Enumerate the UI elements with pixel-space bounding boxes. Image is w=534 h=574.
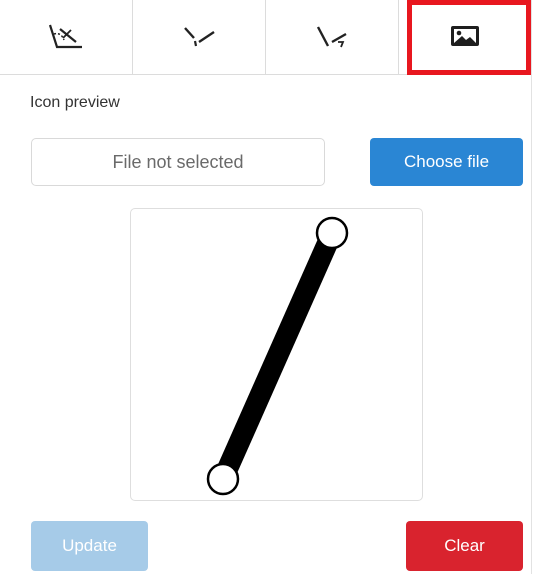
image-icon xyxy=(451,26,479,46)
line-segment-icon xyxy=(184,27,215,47)
icon-preview-canvas xyxy=(130,208,423,501)
icon-preview-label: Icon preview xyxy=(30,94,120,111)
tab-image[interactable] xyxy=(399,0,531,75)
line-end-handle[interactable] xyxy=(206,462,240,496)
panel-border xyxy=(531,0,532,574)
preview-line-shape[interactable] xyxy=(131,209,424,502)
choose-file-button[interactable]: Choose file xyxy=(370,138,523,186)
tab-line-segment[interactable] xyxy=(133,0,266,74)
tool-tabs xyxy=(0,0,531,75)
update-button[interactable]: Update xyxy=(31,521,148,571)
tab-angle[interactable] xyxy=(0,0,133,74)
clear-button[interactable]: Clear xyxy=(406,521,523,571)
angle-measure-icon xyxy=(48,24,82,49)
line-start-handle[interactable] xyxy=(315,216,349,250)
tab-line-arrow[interactable] xyxy=(266,0,399,74)
line-arrow-icon xyxy=(316,26,347,48)
icon-editor-panel: Icon preview File not selected Choose fi… xyxy=(0,0,534,574)
file-name-field: File not selected xyxy=(31,138,325,186)
